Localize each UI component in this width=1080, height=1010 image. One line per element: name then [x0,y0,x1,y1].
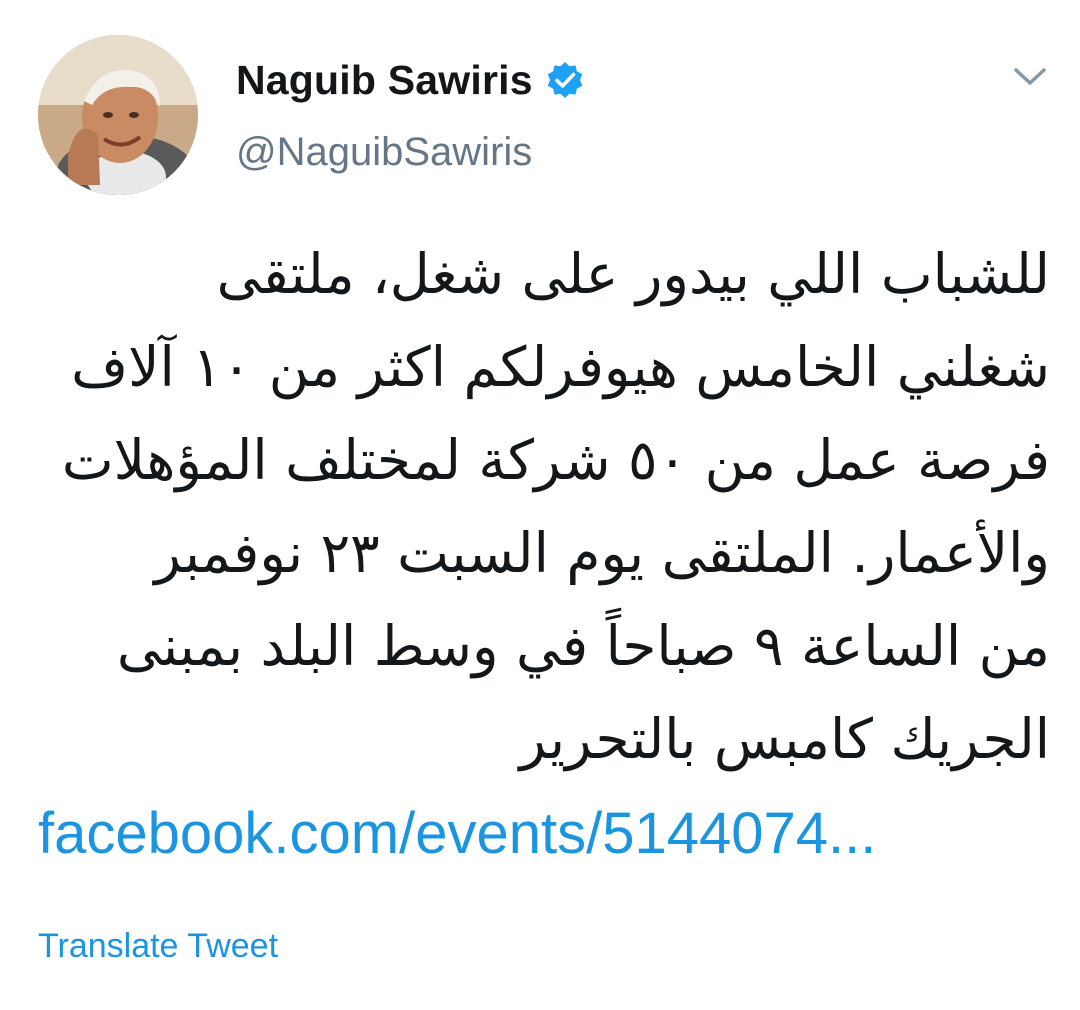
tweet-card: Naguib Sawiris @NaguibSawiris للشباب الل… [0,0,1080,1010]
display-name[interactable]: Naguib Sawiris [236,57,533,104]
event-link[interactable]: facebook.com/events/5144074... [38,800,876,867]
verified-badge-icon [545,60,585,100]
profile-photo-icon [38,35,198,195]
tweet-line: فرصة عمل من ٥٠ شركة لمختلف المؤهلات [61,428,1050,492]
tweet-line: شغلني الخامس هيوفرلكم اكثر من ١٠ آلاف [71,335,1050,399]
tweet-line: للشباب اللي بيدور على شغل، ملتقى [216,242,1050,306]
tweet-menu-button[interactable] [1008,60,1052,94]
tweet-body: للشباب اللي بيدور على شغل، ملتقى شغلني ا… [30,228,1050,786]
tweet-line: من الساعة ٩ صباحاً في وسط البلد بمبنى [116,614,1050,678]
tweet-line: الجريك كامبس بالتحرير [519,707,1050,771]
chevron-down-icon [1014,68,1046,85]
tweet-line: والأعمار. الملتقى يوم السبت ٢٣ نوفمبر [154,521,1050,585]
author-name-row: Naguib Sawiris [236,54,585,106]
avatar[interactable] [38,35,198,195]
author-handle[interactable]: @NaguibSawiris [236,130,532,175]
translate-tweet-button[interactable]: Translate Tweet [38,927,278,966]
